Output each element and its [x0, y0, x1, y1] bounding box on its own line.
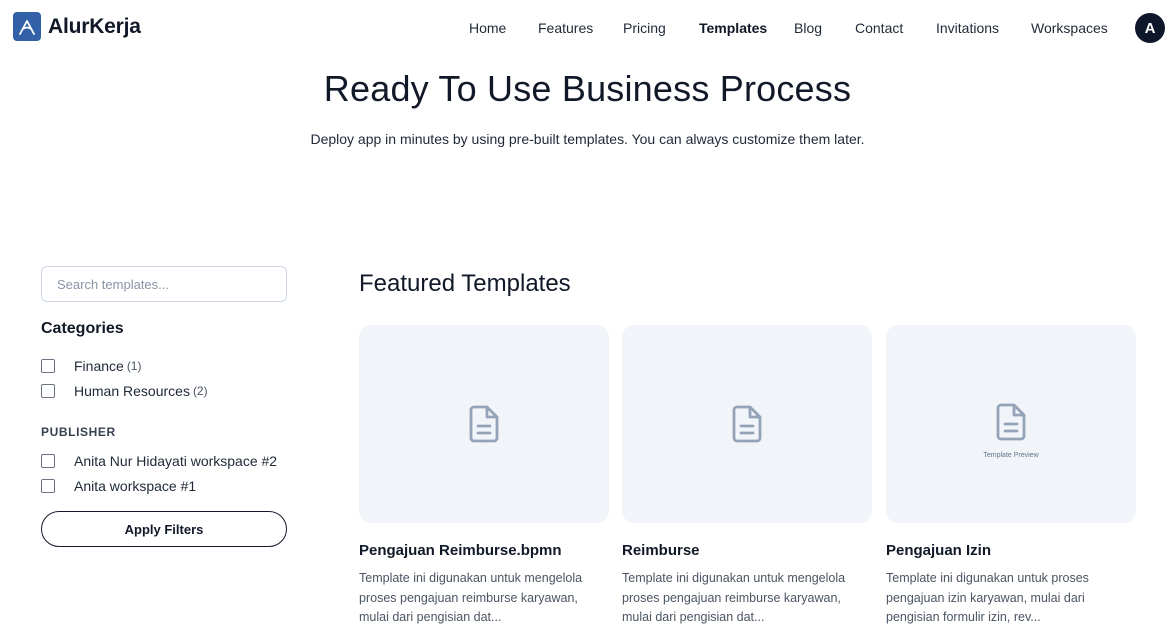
- nav-item-workspaces[interactable]: Workspaces: [1031, 20, 1108, 36]
- template-preview[interactable]: Template Preview: [886, 325, 1136, 523]
- category-label: Human Resources: [74, 383, 190, 399]
- brand-name: AlurKerja: [48, 14, 141, 38]
- nav-item-contact[interactable]: Contact: [855, 20, 903, 36]
- brand-logo[interactable]: AlurKerja: [13, 12, 141, 41]
- document-icon: [732, 405, 762, 443]
- publisher-checkbox[interactable]: [41, 479, 55, 493]
- category-count: (2): [192, 384, 208, 398]
- template-card[interactable]: Template Preview Pengajuan Izin Template…: [886, 325, 1136, 626]
- nav-item-blog[interactable]: Blog: [794, 20, 822, 36]
- publisher-label: Anita workspace #1: [74, 478, 197, 494]
- nav-item-home[interactable]: Home: [469, 20, 506, 36]
- template-title[interactable]: Pengajuan Izin: [886, 542, 1136, 559]
- filter-sidebar: Categories Finance (1) Human Resources (…: [41, 266, 287, 547]
- nav-item-templates[interactable]: Templates: [699, 20, 767, 36]
- category-count: (1): [126, 359, 142, 373]
- category-checkbox[interactable]: [41, 359, 55, 373]
- publisher-label: Anita Nur Hidayati workspace #2: [74, 453, 278, 469]
- category-checkbox[interactable]: [41, 384, 55, 398]
- page-title: Ready To Use Business Process: [323, 68, 852, 109]
- user-avatar[interactable]: A: [1135, 13, 1165, 43]
- alurkerja-logo-icon: [13, 12, 41, 41]
- template-preview[interactable]: [622, 325, 872, 523]
- categories-heading: Categories: [41, 320, 124, 337]
- category-label: Finance: [74, 358, 124, 374]
- template-title[interactable]: Reimburse: [622, 542, 872, 559]
- category-filter-human-resources[interactable]: Human Resources (2): [41, 383, 208, 399]
- template-preview-caption: Template Preview: [983, 452, 1039, 459]
- template-card[interactable]: Pengajuan Reimburse.bpmn Template ini di…: [359, 325, 609, 626]
- category-filter-finance[interactable]: Finance (1): [41, 358, 141, 374]
- template-preview[interactable]: [359, 325, 609, 523]
- template-description: Template ini digunakan untuk proses peng…: [886, 571, 1089, 624]
- apply-filters-button[interactable]: Apply Filters: [41, 511, 287, 547]
- document-icon: [996, 403, 1026, 441]
- top-navbar: AlurKerja Home Features Pricing Template…: [0, 0, 1175, 56]
- publisher-heading: PUBLISHER: [41, 425, 116, 439]
- template-description: Template ini digunakan untuk mengelola p…: [622, 571, 846, 624]
- template-card[interactable]: Reimburse Template ini digunakan untuk m…: [622, 325, 872, 626]
- publisher-filter-workspace-1[interactable]: Anita workspace #1: [41, 478, 196, 494]
- template-description: Template ini digunakan untuk mengelola p…: [359, 571, 583, 624]
- publisher-filter-workspace-2[interactable]: Anita Nur Hidayati workspace #2: [41, 453, 277, 469]
- page-subtitle: Deploy app in minutes by using pre-built…: [310, 131, 865, 147]
- document-icon: [469, 405, 499, 443]
- nav-item-features[interactable]: Features: [538, 20, 593, 36]
- featured-templates-heading: Featured Templates: [359, 270, 571, 297]
- template-title[interactable]: Pengajuan Reimburse.bpmn: [359, 542, 609, 559]
- search-templates-input[interactable]: [41, 266, 287, 302]
- publisher-checkbox[interactable]: [41, 454, 55, 468]
- nav-item-pricing[interactable]: Pricing: [623, 20, 666, 36]
- nav-item-invitations[interactable]: Invitations: [936, 20, 999, 36]
